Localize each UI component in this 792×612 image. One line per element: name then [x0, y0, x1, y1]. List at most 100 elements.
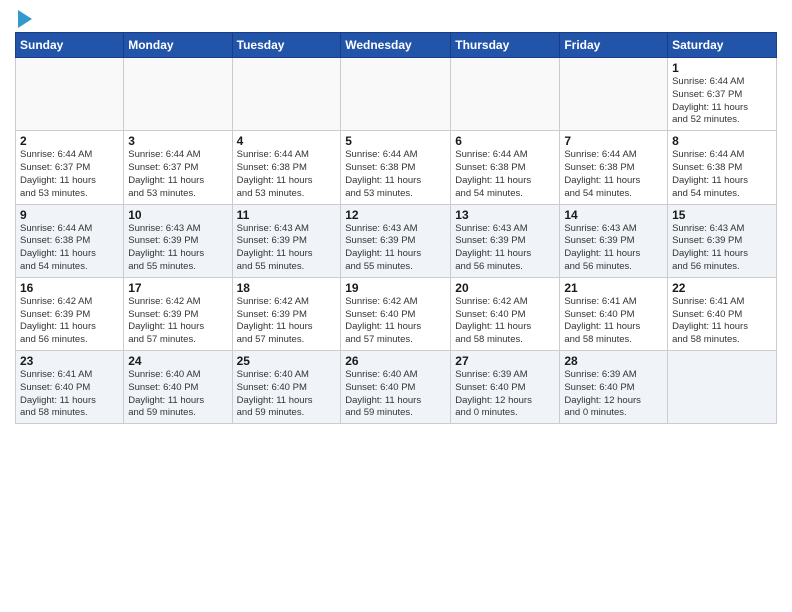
day-number: 16: [20, 281, 119, 295]
calendar-week-row: 23Sunrise: 6:41 AM Sunset: 6:40 PM Dayli…: [16, 351, 777, 424]
calendar-cell: 6Sunrise: 6:44 AM Sunset: 6:38 PM Daylig…: [451, 131, 560, 204]
calendar-cell: 2Sunrise: 6:44 AM Sunset: 6:37 PM Daylig…: [16, 131, 124, 204]
day-info: Sunrise: 6:43 AM Sunset: 6:39 PM Dayligh…: [237, 223, 337, 274]
calendar-cell: 18Sunrise: 6:42 AM Sunset: 6:39 PM Dayli…: [232, 277, 341, 350]
calendar-week-row: 1Sunrise: 6:44 AM Sunset: 6:37 PM Daylig…: [16, 58, 777, 131]
calendar-cell: 27Sunrise: 6:39 AM Sunset: 6:40 PM Dayli…: [451, 351, 560, 424]
day-info: Sunrise: 6:43 AM Sunset: 6:39 PM Dayligh…: [564, 223, 663, 274]
calendar-cell: 19Sunrise: 6:42 AM Sunset: 6:40 PM Dayli…: [341, 277, 451, 350]
col-header-sunday: Sunday: [16, 33, 124, 58]
logo: [15, 10, 32, 28]
day-number: 27: [455, 354, 555, 368]
day-number: 1: [672, 61, 772, 75]
day-info: Sunrise: 6:41 AM Sunset: 6:40 PM Dayligh…: [672, 296, 772, 347]
day-info: Sunrise: 6:43 AM Sunset: 6:39 PM Dayligh…: [128, 223, 227, 274]
col-header-monday: Monday: [124, 33, 232, 58]
calendar-cell: 15Sunrise: 6:43 AM Sunset: 6:39 PM Dayli…: [668, 204, 777, 277]
calendar-cell: 17Sunrise: 6:42 AM Sunset: 6:39 PM Dayli…: [124, 277, 232, 350]
calendar-cell: [124, 58, 232, 131]
calendar-cell: [232, 58, 341, 131]
col-header-thursday: Thursday: [451, 33, 560, 58]
calendar-cell: 28Sunrise: 6:39 AM Sunset: 6:40 PM Dayli…: [560, 351, 668, 424]
day-info: Sunrise: 6:43 AM Sunset: 6:39 PM Dayligh…: [455, 223, 555, 274]
header: [15, 10, 777, 28]
day-number: 23: [20, 354, 119, 368]
calendar-cell: 25Sunrise: 6:40 AM Sunset: 6:40 PM Dayli…: [232, 351, 341, 424]
calendar-cell: 23Sunrise: 6:41 AM Sunset: 6:40 PM Dayli…: [16, 351, 124, 424]
day-number: 14: [564, 208, 663, 222]
calendar-cell: 22Sunrise: 6:41 AM Sunset: 6:40 PM Dayli…: [668, 277, 777, 350]
day-number: 11: [237, 208, 337, 222]
calendar-header-row: SundayMondayTuesdayWednesdayThursdayFrid…: [16, 33, 777, 58]
calendar-cell: 5Sunrise: 6:44 AM Sunset: 6:38 PM Daylig…: [341, 131, 451, 204]
day-number: 4: [237, 134, 337, 148]
day-info: Sunrise: 6:42 AM Sunset: 6:39 PM Dayligh…: [128, 296, 227, 347]
calendar-cell: 20Sunrise: 6:42 AM Sunset: 6:40 PM Dayli…: [451, 277, 560, 350]
calendar-week-row: 9Sunrise: 6:44 AM Sunset: 6:38 PM Daylig…: [16, 204, 777, 277]
day-number: 18: [237, 281, 337, 295]
col-header-wednesday: Wednesday: [341, 33, 451, 58]
calendar-cell: 12Sunrise: 6:43 AM Sunset: 6:39 PM Dayli…: [341, 204, 451, 277]
page-container: SundayMondayTuesdayWednesdayThursdayFrid…: [0, 0, 792, 434]
day-info: Sunrise: 6:44 AM Sunset: 6:38 PM Dayligh…: [237, 149, 337, 200]
day-info: Sunrise: 6:43 AM Sunset: 6:39 PM Dayligh…: [345, 223, 446, 274]
day-number: 3: [128, 134, 227, 148]
day-number: 12: [345, 208, 446, 222]
day-info: Sunrise: 6:43 AM Sunset: 6:39 PM Dayligh…: [672, 223, 772, 274]
calendar-cell: 10Sunrise: 6:43 AM Sunset: 6:39 PM Dayli…: [124, 204, 232, 277]
day-info: Sunrise: 6:44 AM Sunset: 6:37 PM Dayligh…: [672, 76, 772, 127]
day-info: Sunrise: 6:40 AM Sunset: 6:40 PM Dayligh…: [345, 369, 446, 420]
calendar-cell: 7Sunrise: 6:44 AM Sunset: 6:38 PM Daylig…: [560, 131, 668, 204]
day-number: 25: [237, 354, 337, 368]
day-info: Sunrise: 6:41 AM Sunset: 6:40 PM Dayligh…: [20, 369, 119, 420]
day-info: Sunrise: 6:44 AM Sunset: 6:38 PM Dayligh…: [672, 149, 772, 200]
day-number: 8: [672, 134, 772, 148]
day-number: 15: [672, 208, 772, 222]
calendar-cell: 21Sunrise: 6:41 AM Sunset: 6:40 PM Dayli…: [560, 277, 668, 350]
day-number: 9: [20, 208, 119, 222]
day-info: Sunrise: 6:44 AM Sunset: 6:37 PM Dayligh…: [20, 149, 119, 200]
day-info: Sunrise: 6:40 AM Sunset: 6:40 PM Dayligh…: [237, 369, 337, 420]
day-info: Sunrise: 6:42 AM Sunset: 6:40 PM Dayligh…: [345, 296, 446, 347]
calendar-cell: [451, 58, 560, 131]
calendar-week-row: 2Sunrise: 6:44 AM Sunset: 6:37 PM Daylig…: [16, 131, 777, 204]
calendar-cell: 16Sunrise: 6:42 AM Sunset: 6:39 PM Dayli…: [16, 277, 124, 350]
day-info: Sunrise: 6:42 AM Sunset: 6:40 PM Dayligh…: [455, 296, 555, 347]
calendar-cell: [560, 58, 668, 131]
day-number: 13: [455, 208, 555, 222]
calendar-cell: [16, 58, 124, 131]
calendar-cell: [668, 351, 777, 424]
calendar-week-row: 16Sunrise: 6:42 AM Sunset: 6:39 PM Dayli…: [16, 277, 777, 350]
col-header-saturday: Saturday: [668, 33, 777, 58]
day-info: Sunrise: 6:39 AM Sunset: 6:40 PM Dayligh…: [564, 369, 663, 420]
calendar-cell: 14Sunrise: 6:43 AM Sunset: 6:39 PM Dayli…: [560, 204, 668, 277]
day-number: 5: [345, 134, 446, 148]
day-info: Sunrise: 6:39 AM Sunset: 6:40 PM Dayligh…: [455, 369, 555, 420]
col-header-friday: Friday: [560, 33, 668, 58]
day-number: 22: [672, 281, 772, 295]
day-number: 17: [128, 281, 227, 295]
day-number: 24: [128, 354, 227, 368]
day-info: Sunrise: 6:42 AM Sunset: 6:39 PM Dayligh…: [237, 296, 337, 347]
calendar-cell: 24Sunrise: 6:40 AM Sunset: 6:40 PM Dayli…: [124, 351, 232, 424]
day-info: Sunrise: 6:42 AM Sunset: 6:39 PM Dayligh…: [20, 296, 119, 347]
day-number: 21: [564, 281, 663, 295]
day-number: 26: [345, 354, 446, 368]
day-info: Sunrise: 6:44 AM Sunset: 6:37 PM Dayligh…: [128, 149, 227, 200]
day-number: 19: [345, 281, 446, 295]
calendar-cell: 3Sunrise: 6:44 AM Sunset: 6:37 PM Daylig…: [124, 131, 232, 204]
day-number: 28: [564, 354, 663, 368]
day-info: Sunrise: 6:44 AM Sunset: 6:38 PM Dayligh…: [564, 149, 663, 200]
calendar-cell: [341, 58, 451, 131]
calendar-cell: 1Sunrise: 6:44 AM Sunset: 6:37 PM Daylig…: [668, 58, 777, 131]
day-info: Sunrise: 6:44 AM Sunset: 6:38 PM Dayligh…: [455, 149, 555, 200]
day-info: Sunrise: 6:44 AM Sunset: 6:38 PM Dayligh…: [345, 149, 446, 200]
day-number: 7: [564, 134, 663, 148]
col-header-tuesday: Tuesday: [232, 33, 341, 58]
day-info: Sunrise: 6:41 AM Sunset: 6:40 PM Dayligh…: [564, 296, 663, 347]
calendar-cell: 26Sunrise: 6:40 AM Sunset: 6:40 PM Dayli…: [341, 351, 451, 424]
calendar-table: SundayMondayTuesdayWednesdayThursdayFrid…: [15, 32, 777, 424]
day-number: 20: [455, 281, 555, 295]
day-info: Sunrise: 6:44 AM Sunset: 6:38 PM Dayligh…: [20, 223, 119, 274]
day-number: 2: [20, 134, 119, 148]
